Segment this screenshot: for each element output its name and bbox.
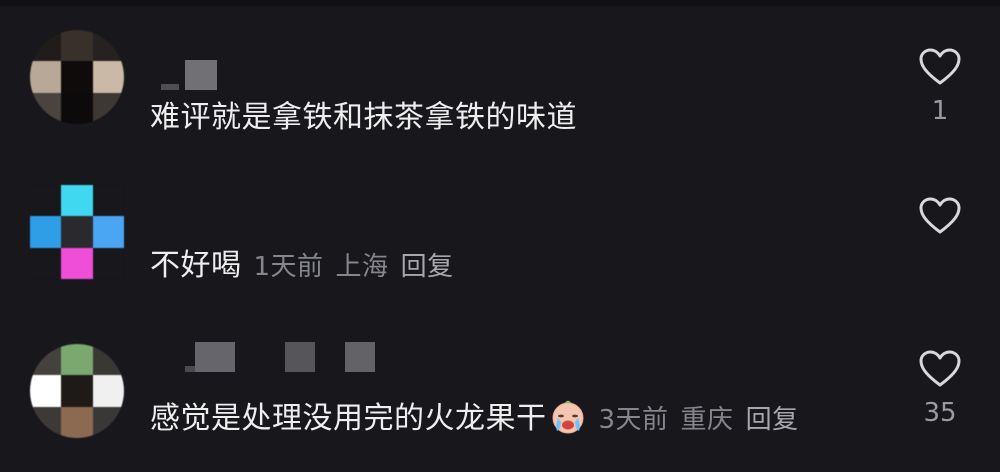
avatar-pixel — [61, 92, 93, 124]
comment-time: 3天前 — [598, 405, 669, 435]
like-count: 35 — [923, 398, 957, 428]
avatar-pixel — [30, 30, 62, 62]
username-blurred[interactable] — [185, 342, 385, 376]
like-count — [908, 245, 972, 275]
comment-location: 重庆 — [680, 405, 734, 435]
avatar-pixel — [30, 185, 62, 217]
like-button[interactable]: 1 — [908, 48, 972, 126]
heart-outline-icon — [919, 48, 961, 85]
avatar[interactable] — [30, 30, 124, 124]
comment-item: 不好喝 1天前 上海 回复 — [0, 150, 1000, 290]
comment-body: 难评就是拿铁和抹茶拿铁的味道 — [150, 100, 577, 135]
avatar-pixel — [92, 61, 124, 93]
comment-text: 难评就是拿铁和抹茶拿铁的味道 — [150, 98, 577, 138]
avatar-pixel — [92, 247, 124, 279]
avatar-pixel — [30, 406, 62, 438]
comment-time: 1天前 — [253, 252, 324, 282]
avatar-pixel — [61, 216, 93, 248]
comment-text: 感觉是处理没用完的火龙果干 3天前 重庆 回复 — [150, 398, 799, 440]
comment-item: 难评就是拿铁和抹茶拿铁的味道 1 — [0, 0, 1000, 140]
heart-outline-icon — [919, 197, 961, 234]
avatar-pixel — [92, 185, 124, 217]
avatar-pixel — [30, 92, 62, 124]
comment-section: 难评就是拿铁和抹茶拿铁的味道 1 不好喝 1天前 上海 回复 感觉是处理没用完的… — [0, 0, 1000, 472]
avatar-pixel — [61, 344, 93, 376]
avatar-pixel — [61, 247, 93, 279]
avatar-pixel — [92, 216, 124, 248]
avatar-pixel — [30, 344, 62, 376]
avatar-pixel — [61, 375, 93, 407]
avatar[interactable] — [30, 344, 124, 438]
crying-face-emoji — [552, 400, 583, 434]
avatar-pixel — [61, 61, 93, 93]
comment-text: 不好喝 1天前 上海 回复 — [150, 246, 454, 287]
avatar-pixel — [61, 406, 93, 438]
avatar-pixel — [92, 375, 124, 407]
avatar-pixel — [61, 30, 93, 62]
avatar-pixel — [92, 344, 124, 376]
comment-body: 不好喝 — [150, 248, 242, 283]
avatar-pixel — [30, 216, 62, 248]
comment-item: 感觉是处理没用完的火龙果干 3天前 重庆 回复 35 — [0, 330, 1000, 470]
username-blurred[interactable] — [161, 60, 225, 94]
avatar[interactable] — [30, 185, 124, 279]
avatar-pixel — [30, 247, 62, 279]
reply-button[interactable]: 回复 — [401, 252, 454, 282]
avatar-pixel — [92, 406, 124, 438]
heart-outline-icon — [919, 350, 961, 387]
comment-body: 感觉是处理没用完的火龙果干 — [150, 401, 547, 436]
avatar-pixel — [92, 92, 124, 124]
avatar-pixel — [61, 185, 93, 217]
like-button[interactable]: 35 — [908, 350, 972, 428]
like-button[interactable] — [908, 197, 972, 275]
avatar-pixel — [30, 375, 62, 407]
avatar-pixel — [92, 30, 124, 62]
reply-button[interactable]: 回复 — [746, 405, 799, 435]
comment-location: 上海 — [335, 252, 389, 282]
like-count: 1 — [931, 96, 949, 126]
avatar-pixel — [30, 61, 62, 93]
